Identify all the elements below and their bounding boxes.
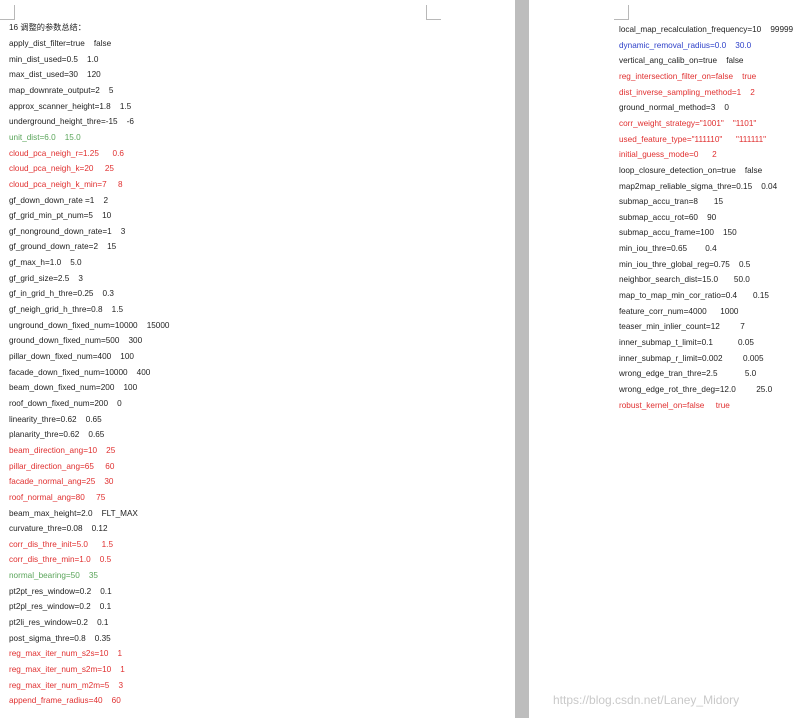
parameter-line: gf_grid_min_pt_num=5 10 <box>9 211 112 221</box>
parameter-line: beam_direction_ang=10 25 <box>9 445 116 455</box>
parameter-line: vertical_ang_calib_on=true false <box>619 56 744 66</box>
parameter-line: robust_kernel_on=false true <box>619 400 730 410</box>
parameter-line: cloud_pca_neigh_r=1.25 0.6 <box>9 148 124 158</box>
parameter-line: initial_guess_mode=0 2 <box>619 150 717 160</box>
parameter-line: ground_normal_method=3 0 <box>619 103 729 113</box>
parameter-line: wrong_edge_tran_thre=2.5 5.0 <box>619 369 757 379</box>
parameter-line: planarity_thre=0.62 0.65 <box>9 430 105 440</box>
parameter-line: loop_closure_detection_on=true false <box>619 165 763 175</box>
parameter-line: approx_scanner_height=1.8 1.5 <box>9 101 132 111</box>
parameter-line: inner_submap_r_limit=0.002 0.005 <box>619 353 764 363</box>
parameter-line: roof_normal_ang=80 75 <box>9 492 106 502</box>
parameter-line: normal_bearing=50 35 <box>9 571 98 581</box>
parameter-line: gf_grid_size=2.5 3 <box>9 273 83 283</box>
crop-mark-top-left <box>0 5 15 20</box>
parameter-line: wrong_edge_rot_thre_deg=12.0 25.0 <box>619 384 773 394</box>
parameter-line: gf_ground_down_rate=2 15 <box>9 242 117 252</box>
parameter-line: min_iou_thre_global_reg=0.75 0.5 <box>619 259 751 269</box>
parameter-line: gf_down_down_rate =1 2 <box>9 195 109 205</box>
parameter-line: post_sigma_thre=0.8 0.35 <box>9 633 111 643</box>
parameter-line: cloud_pca_neigh_k_min=7 8 <box>9 179 123 189</box>
parameter-line: corr_dis_thre_min=1.0 0.5 <box>9 555 112 565</box>
parameter-line: min_iou_thre=0.65 0.4 <box>619 244 717 254</box>
parameter-line: map2map_reliable_sigma_thre=0.15 0.04 <box>619 181 778 191</box>
parameter-line: submap_accu_rot=60 90 <box>619 212 717 222</box>
parameter-line: curvature_thre=0.08 0.12 <box>9 524 108 534</box>
parameter-line: gf_neigh_grid_h_thre=0.8 1.5 <box>9 305 124 315</box>
parameter-line: min_dist_used=0.5 1.0 <box>9 54 99 64</box>
parameter-line: dist_inverse_sampling_method=1 2 <box>619 87 755 97</box>
right-document-page: local_map_recalculation_frequency=10 999… <box>529 0 805 718</box>
parameter-line: local_map_recalculation_frequency=10 999… <box>619 25 794 34</box>
parameter-line: gf_in_grid_h_thre=0.25 0.3 <box>9 289 114 299</box>
parameter-line: facade_normal_ang=25 30 <box>9 477 114 487</box>
page-gutter <box>515 0 529 718</box>
parameter-line: roof_down_fixed_num=200 0 <box>9 398 122 408</box>
crop-mark-right-top-left <box>614 5 629 20</box>
parameter-line: pt2pl_res_window=0.2 0.1 <box>9 602 112 612</box>
parameter-line: unit_dist=6.0 15.0 <box>9 132 81 142</box>
parameter-line: max_dist_used=30 120 <box>9 70 101 80</box>
parameter-line: map_downrate_output=2 5 <box>9 85 114 95</box>
parameter-line: dynamic_removal_radius=0.0 30.0 <box>619 40 752 50</box>
parameter-line: underground_height_thre=-15 -6 <box>9 117 134 127</box>
parameter-line: used_feature_type="111110" "111111" <box>619 134 767 144</box>
parameter-line: corr_dis_thre_init=5.0 1.5 <box>9 539 113 549</box>
parameter-line: teaser_min_inlier_count=12 7 <box>619 322 745 332</box>
parameter-line: reg_max_iter_num_s2s=10 1 <box>9 649 123 659</box>
parameter-line: feature_corr_num=4000 1000 <box>619 306 739 316</box>
parameter-line: beam_down_fixed_num=200 100 <box>9 383 138 393</box>
parameter-line: pt2li_res_window=0.2 0.1 <box>9 618 109 628</box>
parameter-line: gf_max_h=1.0 5.0 <box>9 258 82 268</box>
section-title: 16 调整的参数总结： <box>9 23 86 32</box>
parameter-line: reg_intersection_filter_on=false true <box>619 71 757 81</box>
parameter-line: pillar_down_fixed_num=400 100 <box>9 352 134 361</box>
parameter-line: gf_nonground_down_rate=1 3 <box>9 226 126 236</box>
parameter-line: apply_dist_filter=true false <box>9 39 112 48</box>
parameter-line: pt2pt_res_window=0.2 0.1 <box>9 586 112 596</box>
parameter-line: cloud_pca_neigh_k=20 25 <box>9 164 114 174</box>
crop-mark-top-right <box>426 5 441 20</box>
parameter-line: pillar_direction_ang=65 60 <box>9 461 115 471</box>
left-document-page: 16 调整的参数总结： apply_dist_filter=true false… <box>0 0 515 718</box>
parameter-line: beam_max_height=2.0 FLT_MAX <box>9 508 138 518</box>
parameter-line: ground_down_fixed_num=500 300 <box>9 336 143 346</box>
parameter-line: map_to_map_min_cor_ratio=0.4 0.15 <box>619 291 769 301</box>
parameter-line: submap_accu_tran=8 15 <box>619 197 724 207</box>
parameter-line: reg_max_iter_num_s2m=10 1 <box>9 665 125 674</box>
parameter-line: linearity_thre=0.62 0.65 <box>9 414 102 424</box>
parameter-line: reg_max_iter_num_m2m=5 3 <box>9 680 123 690</box>
parameter-line: neighbor_search_dist=15.0 50.0 <box>619 275 750 285</box>
parameter-line: append_frame_radius=40 60 <box>9 696 121 706</box>
parameter-line: inner_submap_t_limit=0.1 0.05 <box>619 338 754 347</box>
parameter-line: corr_weight_strategy="1001" "1101" <box>619 118 757 128</box>
parameter-line: facade_down_fixed_num=10000 400 <box>9 367 151 377</box>
watermark-text: https://blog.csdn.net/Laney_Midory <box>553 693 740 707</box>
parameter-line: submap_accu_frame=100 150 <box>619 228 737 238</box>
parameter-line: unground_down_fixed_num=10000 15000 <box>9 320 170 330</box>
